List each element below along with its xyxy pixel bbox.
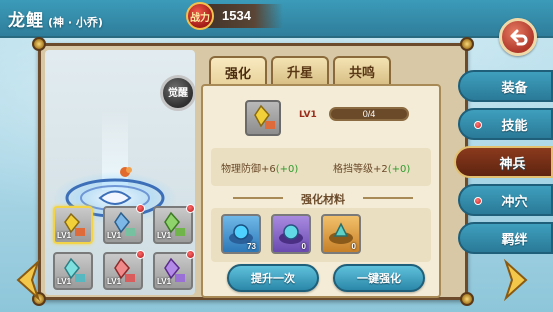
hero-subtitle: (神 · 小乔) xyxy=(48,16,103,29)
awaken-button[interactable]: 觉醒 xyxy=(160,75,195,111)
back-arrow-icon xyxy=(510,29,528,46)
equipment-slot[interactable]: LV1 xyxy=(153,250,195,290)
back-button[interactable] xyxy=(499,18,537,56)
notification-dot xyxy=(136,250,145,259)
material-count: 0 xyxy=(351,242,356,251)
top-bar: 龙鲤 (神 · 小乔) 战力 1534 xyxy=(0,0,553,38)
slot-level: LV1 xyxy=(157,277,172,286)
divider-line xyxy=(363,197,413,199)
side-tab-skills[interactable]: 技能 xyxy=(458,108,553,140)
side-tab-bonds[interactable]: 羁绊 xyxy=(458,222,553,254)
one-key-enhance-button[interactable]: 一键强化 xyxy=(333,264,425,292)
material-item[interactable]: 0 xyxy=(321,214,361,254)
slot-level: LV1 xyxy=(57,277,72,286)
slot-level: LV1 xyxy=(107,277,122,286)
tab-enhance[interactable]: 强化 xyxy=(209,56,267,86)
divider-line xyxy=(233,197,283,199)
progress-text: 0/4 xyxy=(362,109,376,119)
stat-block-level: 格挡等级+2(+0) xyxy=(333,164,411,175)
previous-arrow-icon[interactable] xyxy=(10,258,44,302)
slot-level: LV1 xyxy=(157,231,172,240)
upgrade-once-button[interactable]: 提升一次 xyxy=(227,264,319,292)
equipment-slot[interactable]: LV1 xyxy=(103,204,145,244)
material-item[interactable]: 0 xyxy=(271,214,311,254)
weapon-item-slot[interactable] xyxy=(245,100,281,136)
frame-corner-ornament xyxy=(460,37,474,51)
power-icon: 战力 xyxy=(186,2,214,30)
equipment-slot[interactable]: LV1 xyxy=(53,252,93,290)
stats-box: 物理防御+6(+0) 格挡等级+2(+0) xyxy=(211,148,431,186)
frame-corner-ornament xyxy=(32,37,46,51)
hero-title: 龙鲤 (神 · 小乔) xyxy=(8,6,178,32)
exp-progress-bar: 0/4 xyxy=(329,107,409,121)
notification-dot xyxy=(186,250,195,259)
side-tab-equipment[interactable]: 装备 xyxy=(458,70,553,102)
material-count: 73 xyxy=(247,242,256,251)
materials-title: 强化材料 xyxy=(301,193,345,206)
notification-dot xyxy=(136,204,145,213)
equipment-slot[interactable]: LV1 xyxy=(53,206,93,244)
equipment-slot[interactable]: LV1 xyxy=(153,204,195,244)
stat-physical-defense: 物理防御+6(+0) xyxy=(221,164,299,175)
material-item[interactable]: 73 xyxy=(221,214,261,254)
enhance-panel: LV1 0/4 物理防御+6(+0) 格挡等级+2(+0) 强化材料 73 0 xyxy=(201,84,441,298)
combat-power: 战力 1534 xyxy=(186,2,283,30)
notification-dot xyxy=(186,204,195,213)
weapon-level: LV1 xyxy=(299,110,317,120)
materials-box: 73 0 0 xyxy=(211,208,431,262)
slot-level: LV1 xyxy=(57,231,72,240)
next-arrow-icon[interactable] xyxy=(500,258,534,302)
material-count: 0 xyxy=(301,242,306,251)
main-panel: 觉醒 LV1 LV1 LV1 LV1 LV1 LV1 强化 升星 共鸣 LV1 … xyxy=(32,37,474,306)
side-tab-acupoints[interactable]: 冲穴 xyxy=(458,184,553,216)
hero-name: 龙鲤 xyxy=(8,11,44,31)
materials-divider: 强化材料 xyxy=(223,190,423,206)
side-tab-divine-weapon[interactable]: 神兵 xyxy=(454,146,553,178)
tab-star-up[interactable]: 升星 xyxy=(271,56,329,84)
notification-dot xyxy=(474,197,482,205)
frame-corner-ornament xyxy=(460,292,474,306)
tab-resonance[interactable]: 共鸣 xyxy=(333,56,391,84)
power-value: 1534 xyxy=(222,8,251,23)
equipment-slot[interactable]: LV1 xyxy=(103,250,145,290)
yellow-gem-icon xyxy=(254,104,275,129)
slot-level: LV1 xyxy=(107,231,122,240)
notification-dot xyxy=(474,121,482,129)
